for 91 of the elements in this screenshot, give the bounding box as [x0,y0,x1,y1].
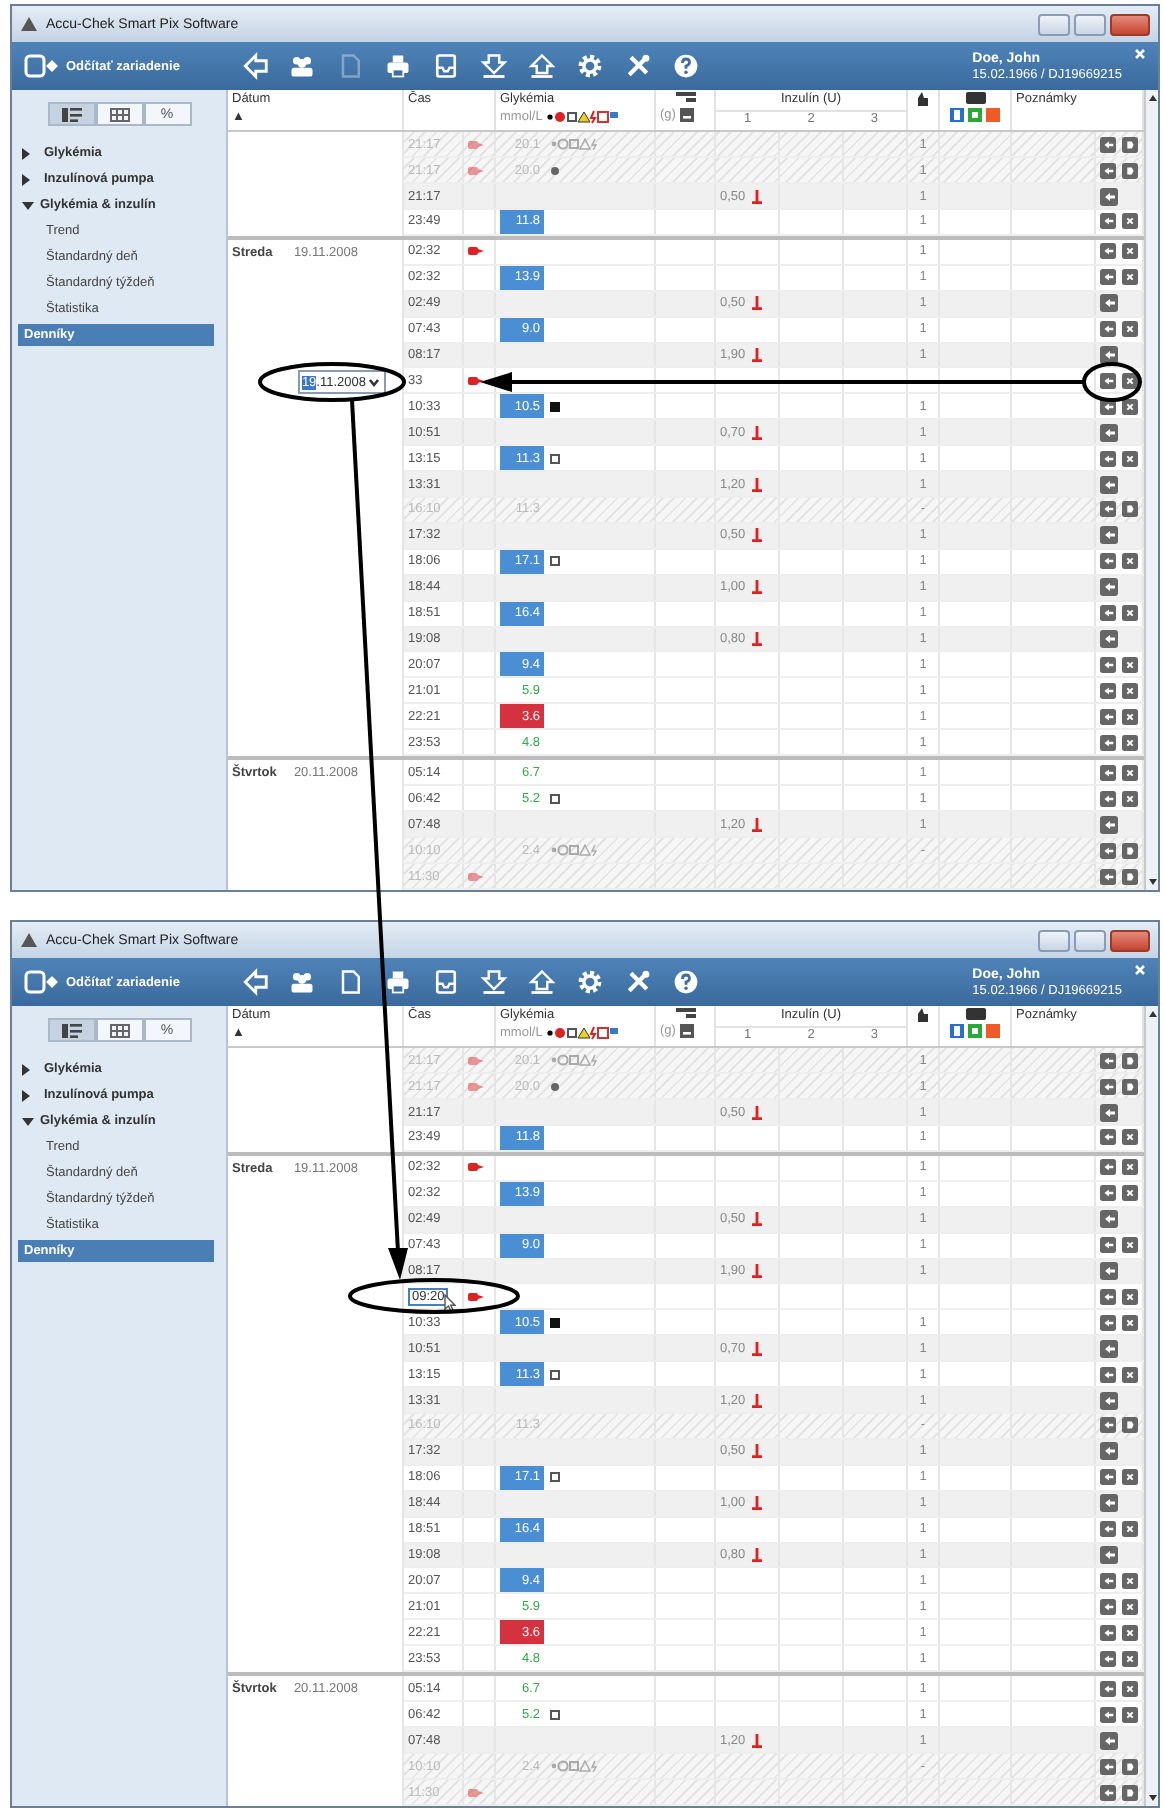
bolus-icon [751,632,762,646]
upload-icon[interactable] [528,968,556,996]
bolus-icon [751,1733,762,1748]
forward-icon[interactable] [1122,1416,1138,1435]
bolus-icon [751,1212,762,1227]
people-icon[interactable] [288,52,316,80]
printer-icon[interactable] [384,968,412,996]
symbols-icon [546,110,619,124]
grid-icon [109,1023,129,1037]
help-icon[interactable] [672,52,700,80]
arrow-icon[interactable] [1100,346,1118,365]
close-icon[interactable] [1134,48,1146,60]
forward-icon[interactable] [1122,1757,1138,1776]
ellipse-annotation [1082,362,1142,402]
forward-icon[interactable] [1122,1051,1138,1070]
dot-mark [550,1081,560,1092]
tools-icon[interactable] [624,968,652,996]
view-toggle[interactable] [95,102,143,126]
tray-icon[interactable] [432,52,460,80]
forward-icon[interactable] [1122,161,1138,180]
device-icon [965,92,985,104]
delete-icon[interactable] [1122,371,1138,390]
dropdown-icon[interactable] [679,108,694,122]
device-icon [965,1008,985,1020]
symbols-icon [546,1026,619,1040]
dot-mark [550,165,560,176]
scroll-down-icon[interactable] [1147,878,1157,886]
forward-icon[interactable] [1122,500,1138,519]
scroll-up-icon[interactable] [1147,94,1157,102]
square-mark [550,793,560,804]
bolus-icon [751,817,762,832]
forward-icon[interactable] [1122,867,1138,886]
people-icon[interactable] [288,968,316,996]
close-icon[interactable] [1134,964,1146,976]
bolus-icon [751,1444,762,1459]
scroll-up-icon[interactable] [1147,1010,1157,1018]
bolus-icon [751,1341,762,1356]
forward-icon[interactable] [1122,1077,1138,1096]
settings-icon[interactable] [576,52,604,80]
close-button[interactable] [1110,13,1150,35]
dropdown-icon[interactable] [679,1024,694,1038]
bolus-icon [751,528,762,543]
app-icon [20,16,38,32]
forward-icon[interactable] [1122,135,1138,154]
device-arrow-icon [24,54,60,78]
back-icon[interactable] [240,968,268,996]
settings-icon[interactable] [576,968,604,996]
bolus-icon [751,189,762,204]
grid-icon [109,107,129,121]
back-icon[interactable] [240,52,268,80]
bolus-icon [751,580,762,595]
upload-icon[interactable] [528,52,556,80]
carbs-icon [675,1008,695,1020]
document-icon[interactable] [336,968,364,996]
square-mark [550,1317,560,1328]
download-icon[interactable] [480,968,508,996]
app-icon [20,932,38,948]
help-icon[interactable] [672,968,700,996]
tools-icon[interactable] [624,52,652,80]
forward-icon[interactable] [1122,1783,1138,1802]
bolus-icon [751,1264,762,1279]
close-button[interactable] [1110,929,1150,951]
bolus-icon [751,348,762,363]
bolus-icon [751,1393,762,1408]
square-mark [550,401,560,412]
delete-icon[interactable] [1122,397,1138,416]
bolus-icon [751,1496,762,1511]
scrollbar[interactable] [1144,90,1158,890]
scrollbar[interactable] [1144,1006,1158,1806]
square-mark [550,1472,560,1483]
download-icon[interactable] [480,52,508,80]
scroll-down-icon[interactable] [1147,1794,1157,1802]
device-arrow-icon [24,970,60,994]
carbs-icon [675,92,695,104]
list-icon [61,107,81,121]
bolus-icon [751,296,762,311]
bolus-icon [751,1105,762,1120]
square-mark [550,1369,560,1380]
view-toggle[interactable] [47,1018,95,1042]
view-toggle[interactable] [47,102,95,126]
list-icon [61,1023,81,1037]
square-mark [550,1709,560,1720]
bolus-icon [751,425,762,440]
tray-icon[interactable] [432,968,460,996]
bolus-icon [751,1548,762,1562]
caret-icon[interactable] [366,374,382,391]
square-mark [550,556,560,567]
bolus-icon [751,477,762,492]
square-mark [550,453,560,464]
forward-icon[interactable] [1122,841,1138,860]
view-toggle[interactable] [95,1018,143,1042]
